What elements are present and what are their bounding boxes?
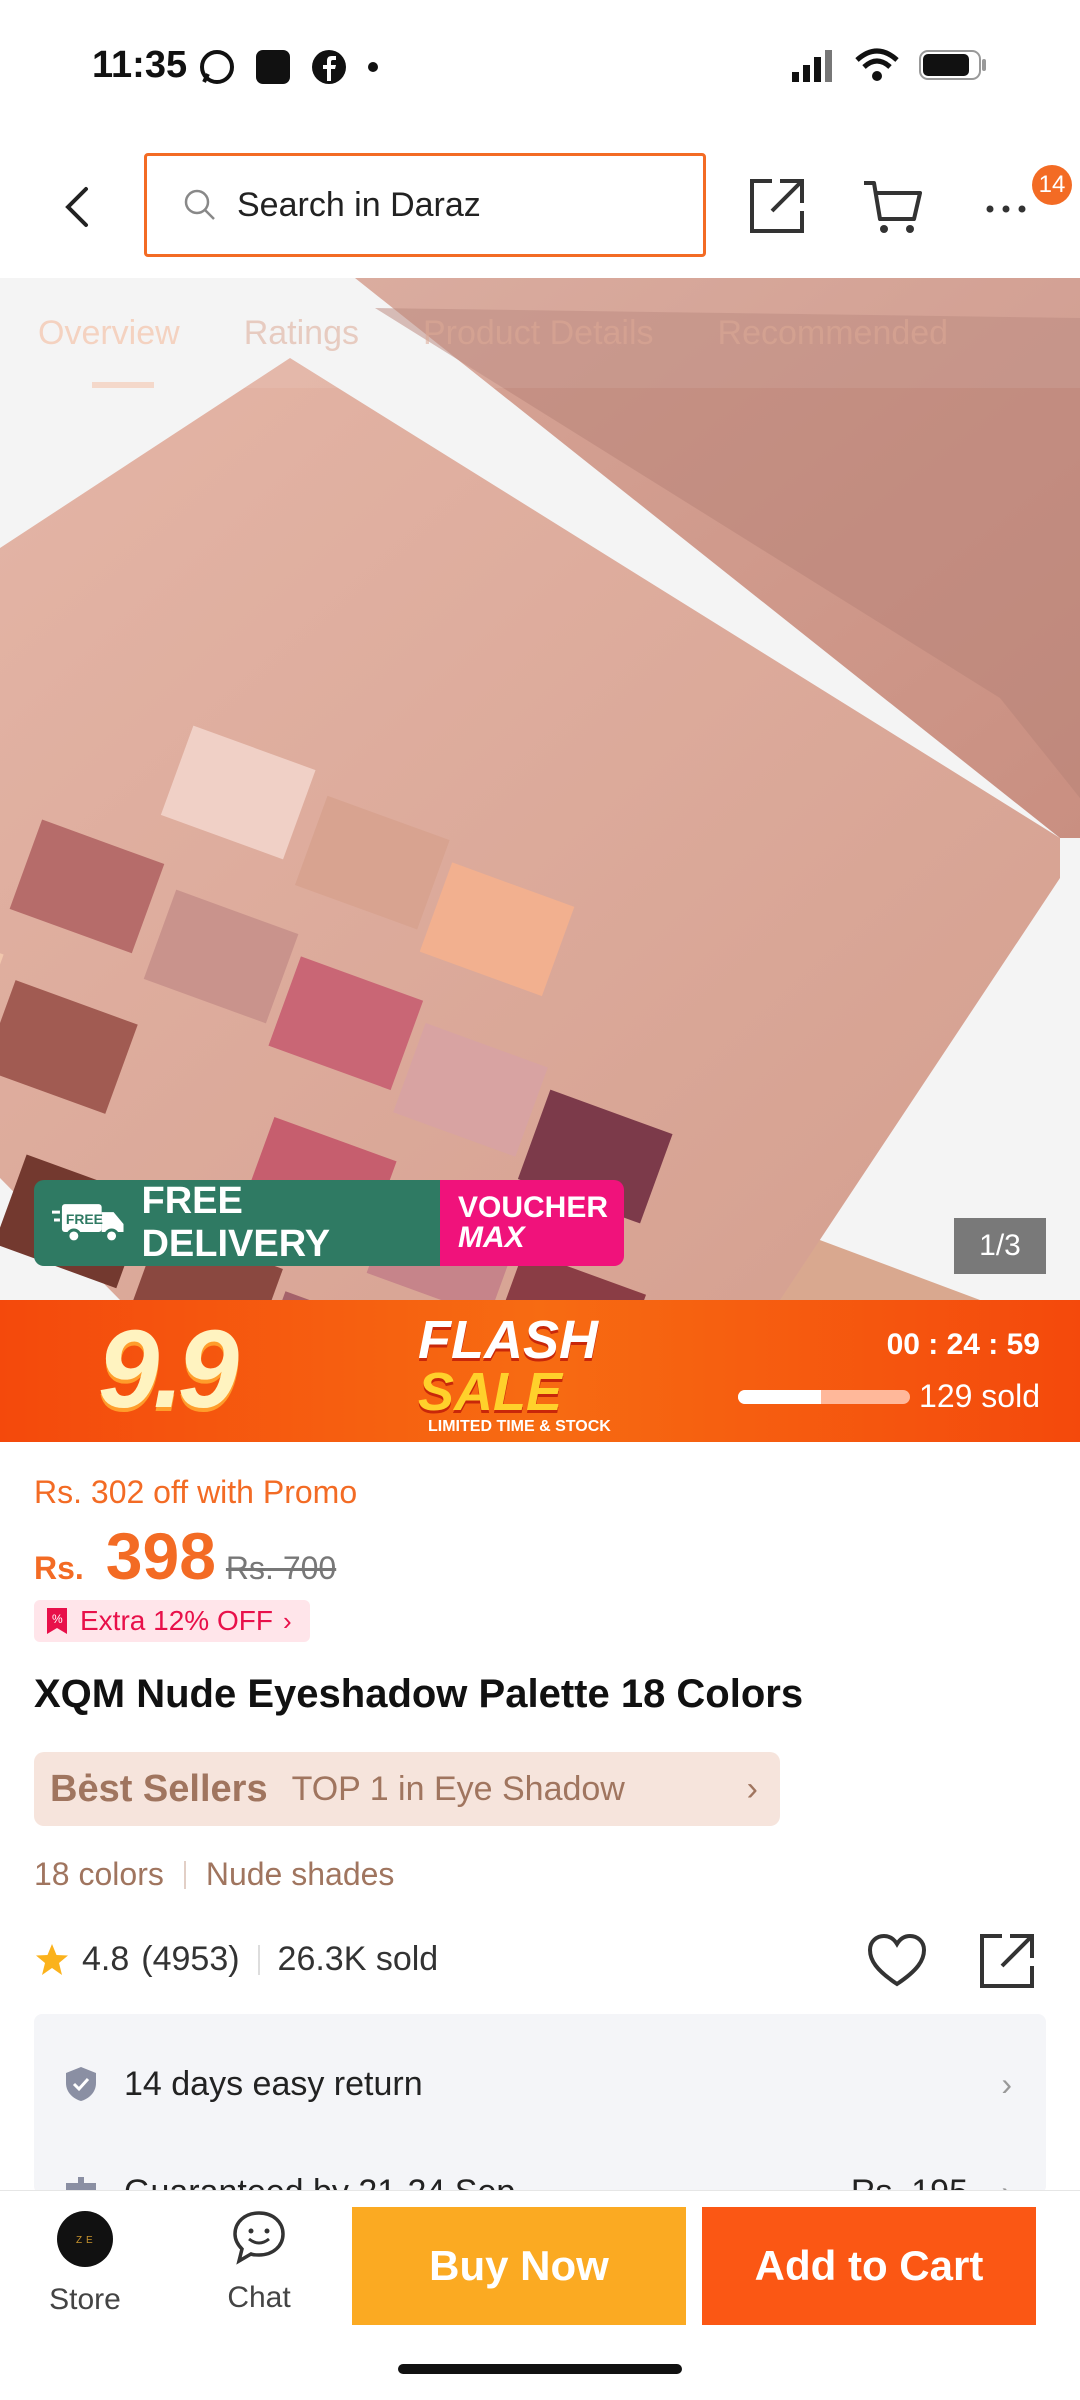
image-counter: 1/3 (954, 1218, 1046, 1274)
tab-recommended[interactable]: Recommended (718, 314, 949, 353)
return-policy-label: 14 days easy return (124, 2064, 423, 2103)
cart-count-badge: 14 (1032, 165, 1072, 205)
extra-offer-tag[interactable]: % Extra 12% OFF › (34, 1600, 310, 1642)
voucher-max-section: VOUCHER MAX (440, 1180, 624, 1266)
free-tag: FREE (66, 1211, 103, 1227)
flash-sale-tagline: LIMITED TIME & STOCK (428, 1418, 611, 1435)
sold-total: 26.3K sold (277, 1940, 439, 1978)
free-delivery-label: FREE DELIVERY (141, 1180, 331, 1265)
current-price: 398 (105, 1519, 216, 1593)
rating-count: (4953) (141, 1940, 240, 1978)
flash-sale-banner[interactable]: 9.9 FLASH SALE LIMITED TIME & STOCK 00 :… (0, 1300, 1080, 1442)
countdown-timer: 00 : 24 : 59 (886, 1328, 1040, 1361)
signal-icon (792, 50, 832, 82)
chevron-right-icon: › (746, 1769, 758, 1808)
star-icon (36, 1943, 68, 1975)
home-indicator[interactable] (398, 2364, 682, 2374)
extra-offer-label: Extra 12% OFF (80, 1605, 273, 1636)
cart-icon[interactable] (860, 173, 926, 239)
chat-label: Chat (227, 2281, 291, 2314)
wifi-icon (855, 48, 899, 81)
flash-sale-line1: FLASH (418, 1310, 598, 1370)
section-tabs: Overview Ratings Product Details Recomme… (0, 278, 1080, 388)
buy-now-button[interactable]: Buy Now (352, 2207, 686, 2325)
sold-count: 129 sold (919, 1378, 1040, 1414)
free-delivery-section: FREE FREE DELIVERY (34, 1180, 440, 1266)
svg-text:Z: Z (76, 2235, 82, 2246)
sold-progress-bar (738, 1390, 910, 1404)
best-seller-rank: TOP 1 in Eye Shadow (291, 1769, 625, 1808)
search-input[interactable]: Search in Daraz (144, 153, 706, 257)
voucher-max-label: MAX (458, 1221, 525, 1254)
notification-icons (198, 48, 380, 86)
heart-icon[interactable] (864, 1928, 930, 1994)
best-seller-label: Bėst Sellers (50, 1767, 268, 1810)
status-bar: 11:35 (0, 0, 1080, 135)
flash-sale-logo: FLASH SALE (418, 1310, 598, 1422)
flash-sale-line2: SALE (418, 1362, 563, 1422)
product-image-gallery[interactable]: Overview Ratings Product Details Recomme… (0, 278, 1080, 1300)
promo-text: Rs. 302 off with Promo (34, 1474, 358, 1510)
add-to-cart-button[interactable]: Add to Cart (702, 2207, 1036, 2325)
rating-value: 4.8 (82, 1940, 130, 1978)
rating-summary[interactable]: 4.8 (4953) 26.3K sold (34, 1940, 438, 1979)
chevron-right-icon: › (282, 1605, 292, 1636)
product-attributes: 18 colors Nude shades (34, 1856, 394, 1893)
top-navigation: Search in Daraz 14 (0, 135, 1080, 278)
dot-icon (368, 62, 378, 72)
divider (257, 1944, 260, 1975)
system-icons (790, 48, 988, 82)
event-logo: 9.9 (98, 1308, 239, 1431)
delivery-truck-icon: FREE (52, 1204, 124, 1244)
search-placeholder: Search in Daraz (237, 185, 481, 224)
price-block: Rs. 398 Rs. 700 (34, 1518, 336, 1594)
app-icon (256, 50, 290, 84)
share-icon[interactable] (744, 173, 810, 239)
back-arrow-icon[interactable] (50, 177, 110, 237)
search-icon (184, 189, 215, 220)
eyeshadow-palette-image (0, 278, 1080, 1300)
tab-ratings[interactable]: Ratings (244, 314, 359, 353)
product-title: XQM Nude Eyeshadow Palette 18 Colors (34, 1672, 804, 1716)
shield-check-icon (66, 2067, 96, 2101)
facebook-icon (312, 50, 346, 84)
svg-text:%: % (52, 1612, 63, 1626)
tab-product-details[interactable]: Product Details (423, 314, 654, 353)
voucher-icon: % (47, 1608, 67, 1634)
free-delivery-voucher-banner: FREE FREE DELIVERY VOUCHER MAX (34, 1180, 624, 1266)
attribute-colors: 18 colors (34, 1856, 164, 1892)
tab-overview[interactable]: Overview (38, 314, 180, 353)
store-button[interactable]: ZE Store (30, 2209, 140, 2329)
original-price: Rs. 700 (225, 1550, 337, 1586)
battery-icon (919, 50, 986, 80)
chat-button[interactable]: Chat (204, 2209, 314, 2329)
price-currency: Rs. (34, 1550, 84, 1586)
chevron-right-icon: › (1001, 2065, 1012, 2102)
svg-text:E: E (86, 2235, 93, 2246)
whatsapp-icon (200, 50, 234, 84)
best-seller-banner[interactable]: Bėst Sellers TOP 1 in Eye Shadow › (34, 1752, 780, 1826)
divider (183, 1860, 186, 1889)
return-policy-row[interactable]: 14 days easy return › (34, 2054, 1046, 2114)
chat-icon (233, 2211, 285, 2265)
voucher-label: VOUCHER (458, 1191, 609, 1224)
status-time: 11:35 (92, 44, 188, 86)
attribute-shades: Nude shades (205, 1856, 395, 1892)
store-logo-icon: ZE (57, 2211, 113, 2267)
share-icon[interactable] (974, 1928, 1040, 1994)
tab-active-indicator (92, 382, 154, 388)
store-label: Store (49, 2283, 121, 2316)
product-page: 11:35 Search in Daraz 14 Overview Rating… (0, 0, 1080, 2400)
sold-progress-fill (738, 1390, 821, 1404)
service-info-panel: 14 days easy return › Guaranteed by 21-2… (34, 2014, 1046, 2194)
